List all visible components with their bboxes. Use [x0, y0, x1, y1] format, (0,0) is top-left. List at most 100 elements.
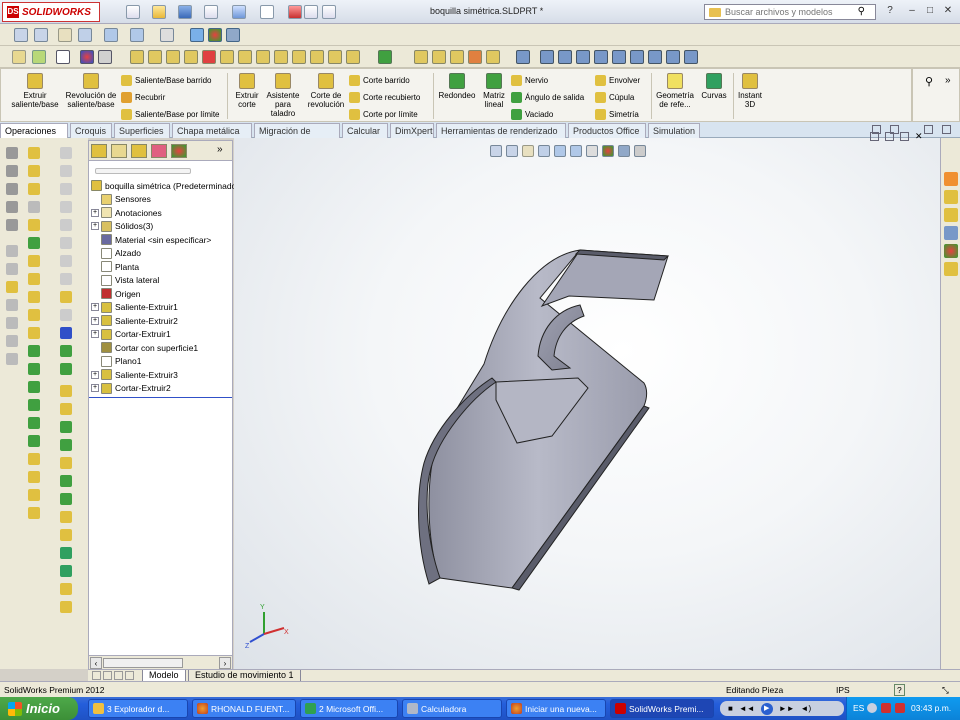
tab-operaciones[interactable]: Operaciones — [0, 123, 68, 138]
close-button[interactable]: ✕ — [940, 4, 956, 18]
reference-geometry-button[interactable]: Geometría de refe... — [655, 73, 695, 109]
right-view-icon[interactable] — [594, 50, 608, 64]
first-tab-icon[interactable] — [92, 671, 101, 680]
tree-item-saliente-extruir3[interactable]: + Saliente-Extruir3 — [89, 368, 232, 382]
dimension-icon[interactable] — [130, 50, 144, 64]
tool-icon[interactable] — [60, 529, 72, 541]
normal-to-icon[interactable] — [516, 50, 530, 64]
view-orientation-icon[interactable] — [554, 145, 566, 157]
restore-button[interactable]: □ — [922, 4, 938, 18]
zoom-fit-icon[interactable] — [490, 145, 502, 157]
tool-icon[interactable] — [60, 291, 72, 303]
sketch-tool-icon[interactable] — [6, 263, 18, 275]
trimetric-view-icon[interactable] — [666, 50, 680, 64]
expand-icon[interactable]: + — [91, 316, 99, 325]
linear-pattern-button[interactable]: Matriz lineal — [479, 73, 509, 109]
measure-icon[interactable] — [98, 50, 112, 64]
taskbar-item-firefox[interactable]: RHONALD FUENT... — [192, 699, 296, 718]
swept-cut-button[interactable]: Corte barrido — [349, 73, 410, 87]
expand-icon[interactable]: + — [91, 222, 99, 231]
feature-tool-icon[interactable] — [28, 399, 40, 411]
taskbar-item-browser[interactable]: Iniciar una nueva... — [506, 699, 606, 718]
tool-icon[interactable] — [60, 511, 72, 523]
feature-tool-icon[interactable] — [28, 489, 40, 501]
tool-icon[interactable] — [60, 439, 72, 451]
tree-root[interactable]: boquilla simétrica (Predeterminado — [89, 179, 236, 193]
tree-item-origen[interactable]: Origen — [89, 287, 232, 301]
solidworks-logo[interactable]: DS SOLIDWORKS — [2, 2, 100, 22]
status-help[interactable]: ? — [894, 684, 905, 696]
sketch-icon[interactable] — [32, 50, 46, 64]
file-properties-icon[interactable] — [304, 5, 318, 19]
minimize-button[interactable]: – — [904, 4, 920, 18]
thickness-icon[interactable] — [292, 50, 306, 64]
search-commands-icon[interactable]: ⚲ — [925, 75, 933, 88]
language-indicator[interactable]: ES — [853, 703, 864, 713]
front-view-icon[interactable] — [540, 50, 554, 64]
configuration-tab-icon[interactable] — [131, 144, 147, 158]
bottom-view-icon[interactable] — [630, 50, 644, 64]
extrude-cut-button[interactable]: Extruir corte — [231, 73, 263, 109]
statistics-icon[interactable] — [220, 50, 234, 64]
parting-line-icon[interactable] — [346, 50, 360, 64]
rib-button[interactable]: Nervio — [511, 73, 548, 87]
filter-bar[interactable] — [95, 168, 191, 174]
expand-icon[interactable]: + — [91, 208, 99, 217]
tree-item-planta[interactable]: Planta — [89, 260, 232, 274]
back-icon[interactable] — [867, 703, 877, 713]
check-icon[interactable] — [202, 50, 216, 64]
restore-icon[interactable] — [900, 132, 909, 141]
feature-tool-icon[interactable] — [28, 291, 40, 303]
next-icon[interactable]: ►► — [779, 704, 795, 713]
tree-item-plano1[interactable]: Plano1 — [89, 355, 232, 369]
tab-migraci-n-de-datos[interactable]: Migración de datos — [254, 123, 340, 150]
sketch-tool-icon[interactable] — [6, 165, 18, 177]
tree-item-saliente-extruir1[interactable]: + Saliente-Extruir1 — [89, 301, 232, 315]
tool-icon[interactable] — [60, 183, 72, 195]
feature-tool-icon[interactable] — [28, 219, 40, 231]
scroll-thumb[interactable] — [103, 658, 183, 668]
draft-analysis-icon[interactable] — [310, 50, 324, 64]
feature-tool-icon[interactable] — [28, 237, 40, 249]
view-palette-icon[interactable] — [943, 226, 958, 240]
close-icon[interactable]: ✕ — [915, 132, 923, 141]
revolved-cut-button[interactable]: Corte de revolución — [305, 73, 347, 109]
tool-icon[interactable] — [60, 363, 72, 375]
dimetric-view-icon[interactable] — [684, 50, 698, 64]
tree-item-cortar-extruir2[interactable]: + Cortar-Extruir2 — [89, 382, 232, 396]
zoom-area-icon[interactable] — [34, 28, 48, 42]
tool-icon[interactable] — [60, 309, 72, 321]
antivirus-icon[interactable] — [895, 703, 905, 713]
feature-tool-icon[interactable] — [28, 453, 40, 465]
zoom-fit-icon[interactable] — [14, 28, 28, 42]
feature-tree-tab-icon[interactable] — [91, 144, 107, 158]
left-view-icon[interactable] — [576, 50, 590, 64]
tree-item-s-lidos-3[interactable]: + Sólidos(3) — [89, 220, 232, 234]
feature-tool-icon[interactable] — [28, 201, 40, 213]
help-button[interactable]: ? — [882, 4, 898, 18]
lofted-cut-button[interactable]: Corte recubierto — [349, 90, 420, 104]
sketch-tool-icon[interactable] — [6, 245, 18, 257]
section-view-icon[interactable] — [538, 145, 550, 157]
fillet-button[interactable]: Redondeo — [437, 73, 477, 100]
tool-icon[interactable] — [60, 345, 72, 357]
feature-tool-icon[interactable] — [28, 417, 40, 429]
symmetry-check-icon[interactable] — [468, 50, 482, 64]
design-library-icon[interactable] — [943, 190, 958, 204]
boquilla-model[interactable] — [418, 249, 670, 591]
feature-tool-icon[interactable] — [28, 471, 40, 483]
tool-icon[interactable] — [60, 327, 72, 339]
tool-icon[interactable] — [60, 547, 72, 559]
hole-wizard-button[interactable]: Asistente para taladro — [263, 73, 303, 118]
tool-icon[interactable] — [60, 273, 72, 285]
feature-tool-icon[interactable] — [28, 309, 40, 321]
wrap-button[interactable]: Envolver — [595, 73, 640, 87]
tab-simulation[interactable]: Simulation — [648, 123, 700, 138]
rollback-bar[interactable] — [89, 397, 232, 398]
search-input[interactable] — [725, 7, 845, 17]
undercut-icon[interactable] — [328, 50, 342, 64]
taskbar-item-calculator[interactable]: Calculadora — [402, 699, 502, 718]
tab-chapa-met-lica[interactable]: Chapa metálica — [172, 123, 252, 138]
tree-item-vista-lateral[interactable]: Vista lateral — [89, 274, 232, 288]
tool-icon[interactable] — [60, 385, 72, 397]
